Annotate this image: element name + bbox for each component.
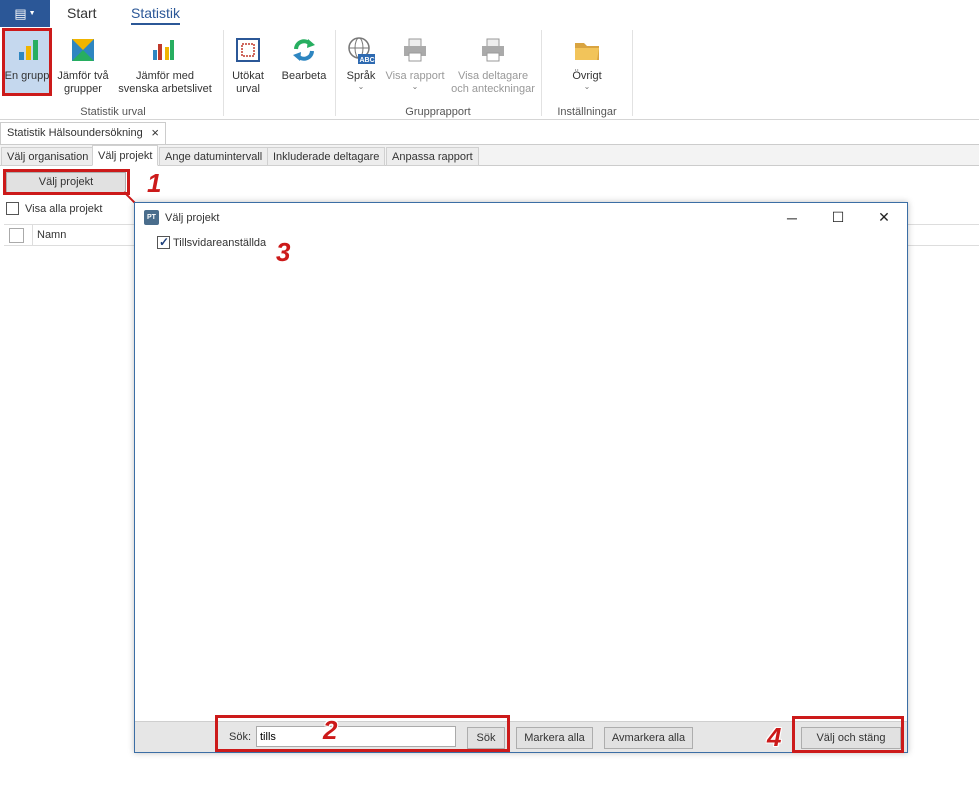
visa-alla-projekt[interactable]: Visa alla projekt (6, 202, 102, 215)
project-list: Tillsvidareanställda (135, 232, 907, 721)
chevron-down-icon: ⌄ (411, 82, 419, 91)
group-label-grupprapport: Grupprapport (405, 106, 471, 118)
visa-alla-checkbox[interactable] (6, 202, 19, 215)
minimize-icon[interactable]: ─ (769, 203, 815, 232)
compare-groups-icon (67, 34, 99, 66)
extended-selection-icon (232, 34, 264, 66)
tab-valj-projekt[interactable]: Välj projekt (92, 145, 159, 166)
tab-statistik[interactable]: Statistik (131, 5, 181, 25)
chevron-down-icon: ▼ (28, 10, 36, 17)
project-checkbox[interactable] (157, 235, 170, 249)
jamfor-tva-grupper-button[interactable]: Jämför två grupper (55, 34, 111, 96)
tab-anpassa-rapport[interactable]: Anpassa rapport (386, 147, 479, 166)
highlight-valj-projekt (3, 169, 130, 195)
avmarkera-alla-button[interactable]: Avmarkera alla (604, 727, 693, 749)
svg-text:ABC: ABC (360, 57, 375, 64)
chevron-down-icon: ⌄ (357, 82, 365, 91)
visa-deltagare-label: Visa deltagare och anteckningar (451, 70, 535, 95)
group-label-installningar: Inställningar (557, 106, 617, 118)
group-separator (541, 30, 542, 116)
visa-deltagare-button[interactable]: Visa deltagare och anteckningar (448, 34, 538, 96)
column-divider (32, 225, 33, 245)
jamfor-tva-label: Jämför två grupper (57, 70, 109, 95)
maximize-icon[interactable]: ☐ (815, 203, 861, 232)
bearbeta-button[interactable]: Bearbeta (280, 34, 328, 83)
visa-alla-label: Visa alla projekt (25, 202, 103, 215)
jamfor-svenska-button[interactable]: Jämför med svenska arbetslivet (115, 34, 215, 96)
utokat-label: Utökat urval (232, 70, 264, 95)
utokat-urval-button[interactable]: Utökat urval (228, 34, 268, 96)
ovrigt-button[interactable]: Övrigt ⌄ (565, 34, 609, 91)
app-menu-button[interactable]: ▤ ▼ (0, 0, 50, 27)
valj-projekt-dialog: PT Välj projekt ─ ☐ ✕ Tillsvidareanställ… (134, 202, 908, 753)
column-header-namn[interactable]: Namn (37, 229, 66, 241)
highlight-valj-och-stang (792, 716, 904, 753)
close-icon[interactable]: ✕ (861, 203, 907, 232)
close-icon[interactable]: × (151, 126, 159, 140)
tab-start[interactable]: Start (67, 5, 97, 21)
annotation-number: 1 (147, 168, 162, 198)
highlight-search (215, 715, 510, 752)
app-icon: PT (144, 210, 159, 225)
inner-tab-bar: Välj organisation Välj projekt Ange datu… (0, 144, 979, 166)
jamfor-svenska-label: Jämför med svenska arbetslivet (118, 70, 212, 95)
list-item[interactable]: Tillsvidareanställda (157, 235, 267, 249)
select-all-checkbox[interactable] (9, 227, 24, 243)
visa-rapport-button[interactable]: Visa rapport ⌄ (384, 34, 446, 91)
document-menu-icon: ▤ (14, 5, 27, 21)
sprak-button[interactable]: ABC Språk ⌄ (340, 34, 382, 91)
multi-bar-chart-icon (149, 34, 181, 66)
annotation-number: 2 (323, 715, 338, 745)
annotation-number: 3 (276, 237, 291, 267)
refresh-icon (288, 34, 320, 66)
globe-language-icon: ABC (345, 34, 377, 66)
group-separator (223, 30, 224, 116)
group-separator (632, 30, 633, 116)
dialog-title: Välj projekt (165, 211, 220, 224)
ribbon: En grupp Jämför två grupper Jämför med s… (0, 27, 979, 120)
tab-valj-organisation[interactable]: Välj organisation (1, 147, 95, 166)
group-separator (335, 30, 336, 116)
bearbeta-label: Bearbeta (281, 70, 327, 82)
highlight-en-grupp (2, 28, 52, 96)
printer-icon (399, 34, 431, 66)
tab-ange-datumintervall[interactable]: Ange datumintervall (159, 147, 269, 166)
project-label: Tillsvidareanställda (173, 236, 267, 249)
markera-alla-button[interactable]: Markera alla (516, 727, 593, 749)
annotation-number: 4 (767, 722, 782, 752)
group-label-statistik-urval: Statistik urval (80, 106, 146, 118)
document-tab-title: Statistik Hälsoundersökning (7, 127, 143, 139)
chevron-down-icon: ⌄ (583, 82, 591, 91)
document-tab[interactable]: Statistik Hälsoundersökning × (0, 122, 166, 144)
folder-icon (571, 34, 603, 66)
tab-inkluderade-deltagare[interactable]: Inkluderade deltagare (267, 147, 386, 166)
printer-icon (477, 34, 509, 66)
